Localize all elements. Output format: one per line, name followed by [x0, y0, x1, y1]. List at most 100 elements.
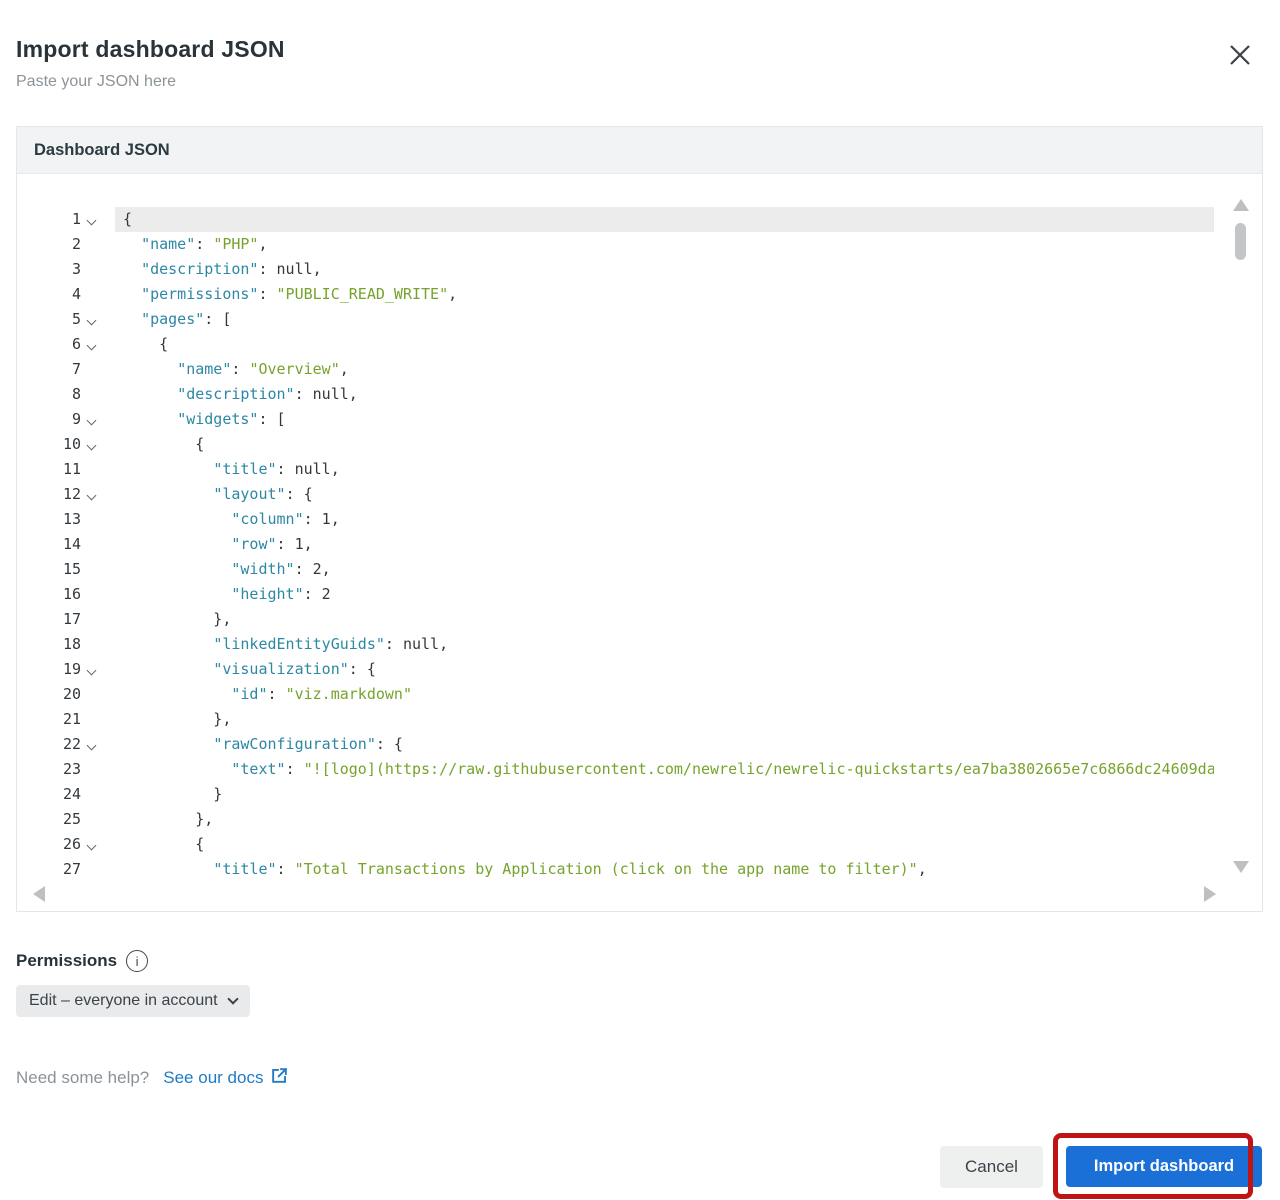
- code-text: "column": 1,: [231, 510, 340, 528]
- code-line[interactable]: 21 },: [17, 707, 1262, 732]
- fold-column: [81, 532, 101, 557]
- code-line[interactable]: 9 "widgets": [: [17, 407, 1262, 432]
- code-line[interactable]: 4 "permissions": "PUBLIC_READ_WRITE",: [17, 282, 1262, 307]
- line-number: 22: [62, 735, 81, 753]
- fold-column[interactable]: [81, 432, 101, 457]
- code-text: }: [123, 785, 223, 803]
- code-line[interactable]: 19 "visualization": {: [17, 657, 1262, 682]
- panel-header: Dashboard JSON: [17, 127, 1262, 174]
- close-button[interactable]: [1224, 40, 1256, 72]
- fold-column[interactable]: [81, 307, 101, 332]
- code-line[interactable]: 23 "text": "![logo](https://raw.githubus…: [17, 757, 1262, 782]
- fold-chevron-icon[interactable]: [86, 740, 96, 751]
- code-line[interactable]: 3 "description": null,: [17, 257, 1262, 282]
- code-line[interactable]: 8 "description": null,: [17, 382, 1262, 407]
- code-line[interactable]: 13 "column": 1,: [17, 507, 1262, 532]
- vertical-scrollbar-thumb[interactable]: [1235, 223, 1246, 260]
- page-subtitle: Paste your JSON here: [16, 73, 177, 90]
- line-number: 6: [71, 335, 81, 353]
- line-number: 12: [62, 485, 81, 503]
- fold-chevron-icon[interactable]: [86, 840, 96, 851]
- fold-column[interactable]: [81, 657, 101, 682]
- line-number: 23: [62, 760, 81, 778]
- info-icon[interactable]: i: [126, 950, 149, 972]
- dashboard-json-panel: Dashboard JSON 1{2 "name": "PHP", 3 "desc…: [16, 126, 1263, 912]
- permissions-dropdown[interactable]: Edit – everyone in account: [16, 985, 250, 1017]
- line-number: 9: [71, 410, 81, 428]
- code-line[interactable]: 26 {: [17, 832, 1262, 857]
- code-line[interactable]: 20 "id": "viz.markdown": [17, 682, 1262, 707]
- code-lines: 1{2 "name": "PHP", 3 "description": null,…: [17, 174, 1262, 882]
- code-text: "linkedEntityGuids": null,: [213, 635, 449, 653]
- fold-chevron-icon[interactable]: [86, 215, 96, 226]
- scroll-up-icon[interactable]: [1233, 199, 1249, 211]
- code-line[interactable]: 24 }: [17, 782, 1262, 807]
- fold-column[interactable]: [81, 732, 101, 757]
- fold-column: [81, 607, 101, 632]
- code-line[interactable]: 7 "name": "Overview",: [17, 357, 1262, 382]
- code-line[interactable]: 6 {: [17, 332, 1262, 357]
- line-number: 13: [62, 510, 81, 528]
- scroll-down-icon[interactable]: [1233, 861, 1249, 873]
- fold-column: [81, 857, 101, 882]
- fold-column[interactable]: [81, 482, 101, 507]
- fold-chevron-icon[interactable]: [86, 415, 96, 426]
- fold-chevron-icon[interactable]: [86, 315, 96, 326]
- code-text: "id": "viz.markdown": [231, 685, 412, 703]
- line-number: 18: [62, 635, 81, 653]
- fold-column: [81, 232, 101, 257]
- line-number: 25: [62, 810, 81, 828]
- code-text: "row": 1,: [231, 535, 313, 553]
- code-line[interactable]: 2 "name": "PHP",: [17, 232, 1262, 257]
- code-text: "title": "Total Transactions by Applicat…: [213, 860, 927, 878]
- fold-chevron-icon[interactable]: [86, 440, 96, 451]
- code-line[interactable]: 5 "pages": [: [17, 307, 1262, 332]
- code-text: },: [123, 810, 214, 828]
- fold-column: [81, 282, 101, 307]
- close-icon: [1225, 40, 1255, 73]
- scroll-right-icon[interactable]: [1204, 886, 1216, 902]
- code-line[interactable]: 14 "row": 1,: [17, 532, 1262, 557]
- code-line[interactable]: 17 },: [17, 607, 1262, 632]
- see-our-docs-link[interactable]: See our docs: [163, 1066, 289, 1090]
- import-dashboard-button[interactable]: Import dashboard: [1066, 1146, 1262, 1187]
- code-line[interactable]: 15 "width": 2,: [17, 557, 1262, 582]
- import-dashboard-modal: Import dashboard JSON Paste your JSON he…: [0, 0, 1280, 1200]
- code-text: "width": 2,: [231, 560, 331, 578]
- code-line[interactable]: 11 "title": null,: [17, 457, 1262, 482]
- code-text: {: [123, 335, 169, 353]
- code-text: "rawConfiguration": {: [213, 735, 403, 753]
- line-number: 10: [62, 435, 81, 453]
- fold-column[interactable]: [81, 207, 101, 232]
- code-text: {: [123, 435, 205, 453]
- line-number: 26: [62, 835, 81, 853]
- permissions-section: Permissions i: [16, 950, 149, 972]
- code-text: {: [115, 207, 1214, 232]
- code-line[interactable]: 10 {: [17, 432, 1262, 457]
- help-prompt: Need some help?: [16, 1068, 150, 1087]
- code-line[interactable]: 16 "height": 2: [17, 582, 1262, 607]
- fold-column: [81, 807, 101, 832]
- fold-column[interactable]: [81, 407, 101, 432]
- cancel-button[interactable]: Cancel: [940, 1146, 1043, 1188]
- fold-column[interactable]: [81, 832, 101, 857]
- code-text: },: [123, 610, 232, 628]
- fold-column[interactable]: [81, 332, 101, 357]
- line-number: 2: [71, 235, 81, 253]
- modal-header: Import dashboard JSON Paste your JSON he…: [16, 36, 285, 91]
- code-line[interactable]: 27 "title": "Total Transactions by Appli…: [17, 857, 1262, 882]
- code-line[interactable]: 22 "rawConfiguration": {: [17, 732, 1262, 757]
- code-line[interactable]: 18 "linkedEntityGuids": null,: [17, 632, 1262, 657]
- line-number: 20: [62, 685, 81, 703]
- fold-chevron-icon[interactable]: [86, 340, 96, 351]
- fold-chevron-icon[interactable]: [86, 665, 96, 676]
- json-editor[interactable]: 1{2 "name": "PHP", 3 "description": null,…: [17, 174, 1262, 911]
- line-number: 5: [71, 310, 81, 328]
- line-number: 8: [71, 385, 81, 403]
- line-number: 4: [71, 285, 81, 303]
- fold-chevron-icon[interactable]: [86, 490, 96, 501]
- scroll-left-icon[interactable]: [33, 886, 45, 902]
- code-line[interactable]: 12 "layout": {: [17, 482, 1262, 507]
- code-line[interactable]: 1{: [17, 207, 1262, 232]
- code-line[interactable]: 25 },: [17, 807, 1262, 832]
